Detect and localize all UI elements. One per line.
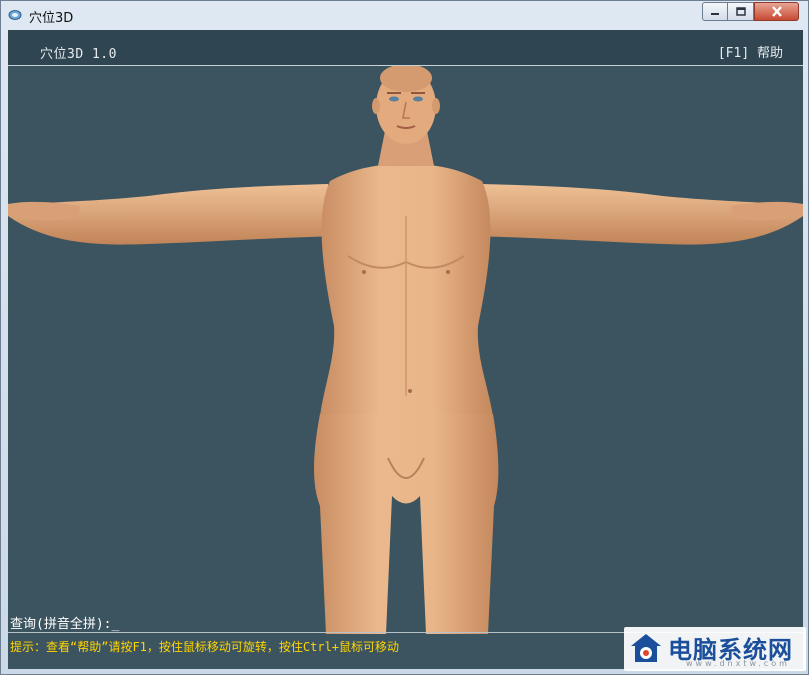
application-window: 穴位3D 穴位3D 1.0 [F1] 帮助 查询(拼音全拼):_ 提示：查看“帮… [0, 0, 809, 675]
app-header: 穴位3D 1.0 [F1] 帮助 [8, 30, 803, 66]
app-icon [8, 10, 22, 20]
minimize-icon [711, 12, 719, 15]
maximize-button[interactable] [728, 2, 754, 21]
close-icon [771, 6, 782, 17]
house-logo-icon [631, 634, 661, 662]
3d-viewport[interactable] [8, 64, 803, 634]
app-client-area: 穴位3D 1.0 [F1] 帮助 查询(拼音全拼):_ 提示：查看“帮助”请按F… [8, 30, 803, 669]
site-watermark: 电脑系统网 www.dnxtw.com [624, 627, 806, 671]
maximize-icon [735, 7, 746, 16]
app-name: 穴位3D 1.0 [40, 47, 117, 62]
human-body-model[interactable] [8, 64, 803, 634]
hint-text: 提示：查看“帮助”请按F1，按住鼠标移动可旋转，按住Ctrl+鼠标可移动 [10, 640, 400, 654]
help-shortcut[interactable]: [F1] 帮助 [718, 42, 783, 61]
query-prompt[interactable]: 查询(拼音全拼):_ [10, 613, 119, 632]
minimize-button[interactable] [702, 2, 728, 21]
close-button[interactable] [754, 2, 799, 21]
window-title: 穴位3D [29, 11, 74, 26]
watermark-url: www.dnxtw.com [686, 659, 790, 668]
title-bar[interactable]: 穴位3D [1, 1, 808, 29]
